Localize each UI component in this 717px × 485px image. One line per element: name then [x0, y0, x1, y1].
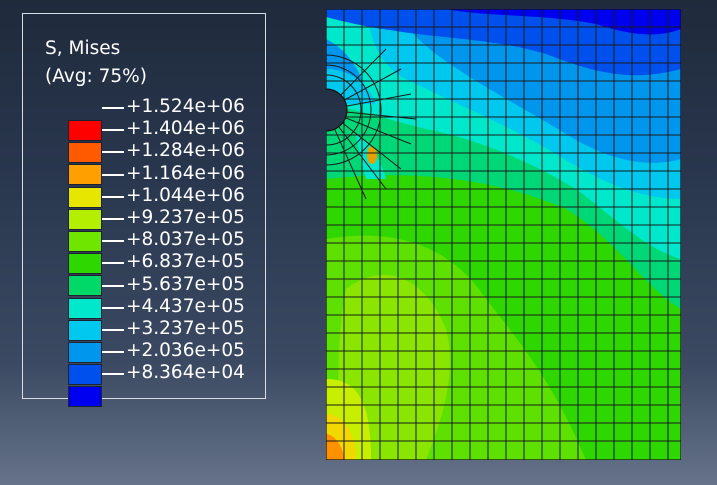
viewport[interactable]: S, Mises (Avg: 75%) +1.524e+06 +1.404e+06…	[0, 0, 717, 485]
legend-value: +1.404e+06	[126, 118, 245, 140]
legend-tick	[102, 306, 124, 309]
legend-tick	[102, 129, 124, 132]
legend-value: +1.284e+06	[126, 140, 245, 162]
legend-value: +8.037e+05	[126, 229, 245, 251]
legend-swatch	[68, 164, 102, 186]
model-contour-plot[interactable]	[326, 9, 681, 460]
legend-value: +3.237e+05	[126, 318, 245, 339]
legend-value: +9.237e+05	[126, 207, 245, 228]
legend-tick	[102, 107, 124, 109]
legend-tick	[102, 240, 124, 243]
legend-tick	[102, 195, 124, 198]
legend-value: +2.036e+05	[126, 340, 245, 362]
legend-tick	[102, 262, 124, 265]
legend-value: +1.044e+06	[126, 184, 245, 206]
legend-swatch	[68, 319, 102, 341]
legend-swatch	[68, 386, 102, 408]
legend-swatch	[68, 186, 102, 208]
legend-tick	[102, 329, 124, 331]
legend-value: +1.524e+06	[126, 96, 245, 117]
legend-swatch	[68, 342, 102, 363]
legend-swatch	[68, 364, 102, 386]
legend-value: +8.364e+04	[126, 362, 245, 384]
legend-value: +5.637e+05	[126, 273, 245, 295]
legend-value: +1.164e+06	[126, 162, 245, 184]
legend-swatch	[68, 275, 102, 297]
contour-legend: S, Mises (Avg: 75%) +1.524e+06 +1.404e+06…	[22, 13, 266, 408]
legend-value: +4.437e+05	[126, 295, 245, 317]
legend-swatch	[68, 231, 102, 252]
legend-tick	[102, 173, 124, 176]
legend-tick	[102, 218, 124, 220]
legend-swatch	[68, 120, 102, 141]
legend-title: S, Mises	[45, 38, 121, 59]
color-spectrum-bar	[68, 120, 102, 408]
legend-tick	[102, 351, 124, 354]
legend-subtitle: (Avg: 75%)	[45, 66, 147, 87]
legend-tick	[102, 151, 124, 154]
legend-value: +6.837e+05	[126, 251, 245, 273]
stress-field	[326, 9, 681, 460]
legend-swatch	[68, 297, 102, 319]
legend-tick	[102, 373, 124, 376]
legend-swatch	[68, 253, 102, 275]
legend-swatch	[68, 208, 102, 230]
legend-swatch	[68, 142, 102, 164]
legend-tick	[102, 284, 124, 287]
